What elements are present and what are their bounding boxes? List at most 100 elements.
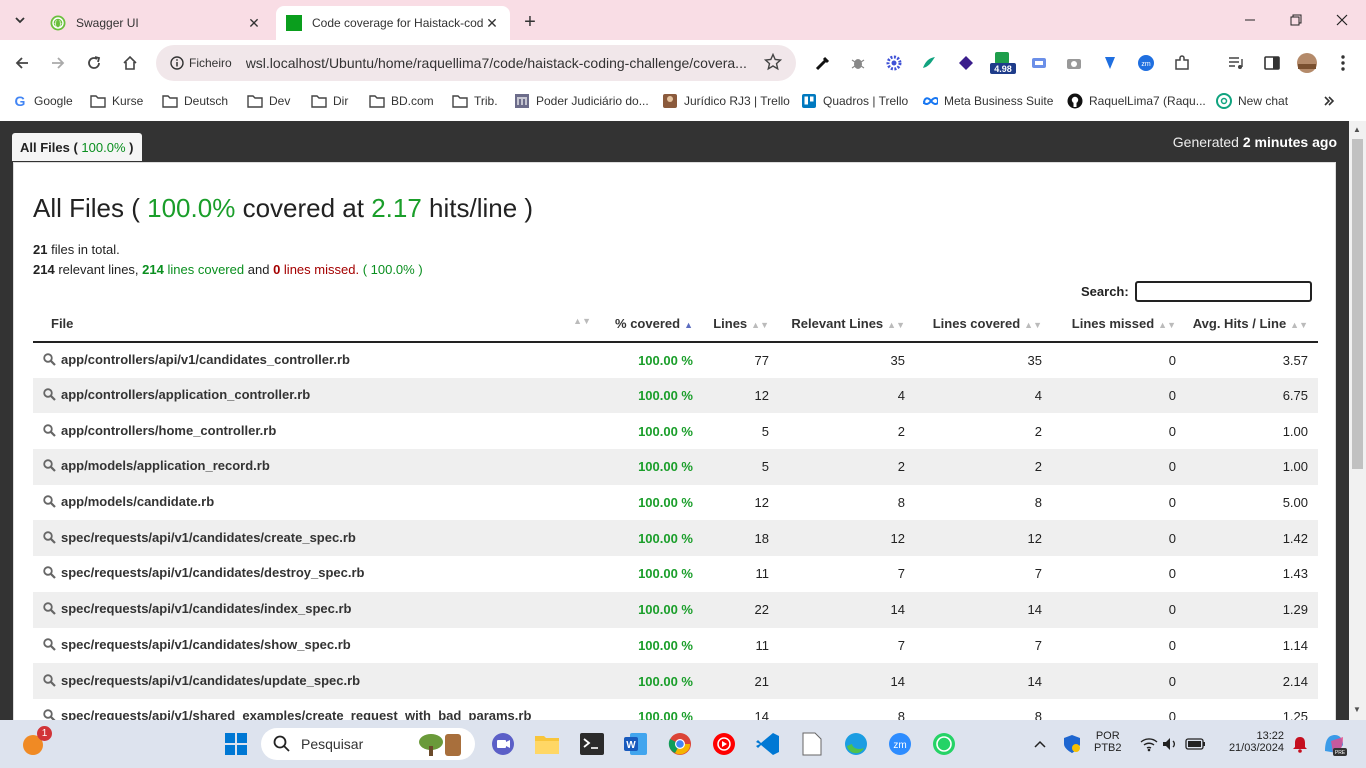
- scroll-up-icon[interactable]: ▲: [1353, 125, 1361, 134]
- arrow-extension-icon[interactable]: [1099, 52, 1121, 74]
- bookmark-quadros-trello[interactable]: Quadros | Trello: [801, 92, 908, 110]
- magnifier-icon[interactable]: [43, 709, 57, 720]
- language-indicator[interactable]: POR PTB2: [1094, 730, 1122, 754]
- volume-icon[interactable]: [1156, 730, 1184, 758]
- bookmark-new-chat[interactable]: New chat: [1216, 92, 1288, 110]
- extensions-puzzle-icon[interactable]: [1171, 52, 1193, 74]
- file-link[interactable]: app/controllers/api/v1/candidates_contro…: [61, 352, 350, 367]
- magnifier-icon[interactable]: [43, 424, 57, 440]
- tab-search-menu-icon[interactable]: [8, 8, 32, 32]
- column-header-relevant[interactable]: Relevant Lines ▲▼: [779, 306, 915, 343]
- file-link[interactable]: spec/requests/api/v1/candidates/index_sp…: [61, 601, 351, 616]
- bookmark-folder-dev[interactable]: Dev: [247, 92, 290, 110]
- column-header-missed[interactable]: Lines missed ▲▼: [1052, 306, 1186, 343]
- side-panel-icon[interactable]: [1261, 52, 1283, 74]
- youtube-music-icon[interactable]: [710, 730, 738, 758]
- column-header-avg-hits[interactable]: Avg. Hits / Line ▲▼: [1186, 306, 1318, 343]
- chrome-icon[interactable]: [666, 730, 694, 758]
- zoom-app-icon[interactable]: zm: [886, 730, 914, 758]
- bookmark-juridico-trello[interactable]: Jurídico RJ3 | Trello: [662, 92, 790, 110]
- minimize-icon[interactable]: [1238, 10, 1262, 30]
- back-icon[interactable]: [10, 51, 34, 75]
- file-link[interactable]: app/models/candidate.rb: [61, 494, 214, 509]
- reader-extension-icon[interactable]: [1028, 52, 1050, 74]
- word-icon[interactable]: W: [622, 730, 650, 758]
- forward-icon[interactable]: [46, 51, 70, 75]
- close-tab-icon[interactable]: ✕: [246, 15, 262, 31]
- bookmark-folder-deutsch[interactable]: Deutsch: [162, 92, 228, 110]
- file-name-cell[interactable]: app/controllers/application_controller.r…: [33, 377, 601, 414]
- file-link[interactable]: spec/requests/api/v1/candidates/destroy_…: [61, 565, 364, 580]
- file-name-cell[interactable]: spec/requests/api/v1/shared_examples/cre…: [33, 699, 601, 720]
- magnifier-icon[interactable]: [43, 566, 57, 582]
- more-bookmarks-chevron-icon[interactable]: [1322, 92, 1336, 110]
- file-link[interactable]: app/controllers/application_controller.r…: [61, 387, 310, 402]
- file-name-cell[interactable]: app/controllers/api/v1/candidates_contro…: [33, 342, 601, 378]
- column-header-file[interactable]: File ▲▼: [33, 306, 601, 343]
- magnifier-icon[interactable]: [43, 495, 57, 511]
- copilot-preview-icon[interactable]: PRE: [1320, 730, 1348, 758]
- weather-widget-icon[interactable]: 1: [20, 726, 52, 758]
- file-name-cell[interactable]: app/models/candidate.rb: [33, 485, 601, 521]
- bookmark-folder-trib[interactable]: Trib.: [452, 92, 498, 110]
- show-hidden-icons-chevron-icon[interactable]: [1026, 730, 1054, 758]
- magnifier-icon[interactable]: [43, 638, 57, 654]
- tab-code-coverage[interactable]: Code coverage for Haistack-coding-challe…: [276, 6, 510, 40]
- clock[interactable]: 13:22 21/03/2024: [1218, 730, 1284, 754]
- column-header-covered[interactable]: % covered ▲: [601, 306, 703, 343]
- file-name-cell[interactable]: spec/requests/api/v1/candidates/destroy_…: [33, 556, 601, 592]
- terminal-icon[interactable]: [578, 730, 606, 758]
- bookmark-star-icon[interactable]: [763, 52, 783, 74]
- bookmark-folder-kurse[interactable]: Kurse: [90, 92, 143, 110]
- bookmark-meta-business[interactable]: Meta Business Suite: [922, 92, 1053, 110]
- search-input[interactable]: [1135, 281, 1312, 302]
- column-header-lines-covered[interactable]: Lines covered ▲▼: [915, 306, 1052, 343]
- bookmark-folder-bd[interactable]: BD.com: [369, 92, 434, 110]
- profile-avatar[interactable]: [1296, 52, 1318, 74]
- all-files-tab[interactable]: All Files ( 100.0% ): [12, 133, 142, 161]
- file-link[interactable]: app/models/application_record.rb: [61, 458, 270, 473]
- magnifier-icon[interactable]: [43, 459, 57, 475]
- score-extension-icon[interactable]: 4.98: [990, 52, 1016, 74]
- file-name-cell[interactable]: spec/requests/api/v1/candidates/update_s…: [33, 663, 601, 699]
- blank-file-icon[interactable]: [798, 730, 826, 758]
- url-text[interactable]: wsl.localhost/Ubuntu/home/raquellima7/co…: [246, 55, 756, 71]
- layers-extension-icon[interactable]: [955, 52, 977, 74]
- camera-extension-icon[interactable]: [1063, 52, 1085, 74]
- file-link[interactable]: spec/requests/api/v1/shared_examples/cre…: [61, 708, 531, 720]
- close-window-icon[interactable]: [1330, 10, 1354, 30]
- file-name-cell[interactable]: app/controllers/home_controller.rb: [33, 413, 601, 449]
- home-icon[interactable]: [118, 51, 142, 75]
- whatsapp-icon[interactable]: [930, 730, 958, 758]
- site-info-chip[interactable]: Ficheiro: [166, 50, 236, 76]
- magnifier-icon[interactable]: [43, 353, 57, 369]
- restore-icon[interactable]: [1284, 10, 1308, 30]
- address-bar[interactable]: Ficheiro wsl.localhost/Ubuntu/home/raque…: [156, 45, 796, 81]
- chrome-menu-icon[interactable]: [1332, 52, 1354, 74]
- zoom-extension-icon[interactable]: zm: [1135, 52, 1157, 74]
- notification-bell-icon[interactable]: [1286, 730, 1314, 758]
- file-link[interactable]: spec/requests/api/v1/candidates/show_spe…: [61, 637, 351, 652]
- file-name-cell[interactable]: spec/requests/api/v1/candidates/index_sp…: [33, 591, 601, 628]
- page-scrollbar[interactable]: ▲ ▼: [1349, 121, 1366, 720]
- teams-meet-icon[interactable]: [489, 730, 517, 758]
- scroll-down-icon[interactable]: ▼: [1353, 705, 1361, 714]
- media-control-icon[interactable]: [1225, 52, 1247, 74]
- bug-extension-icon[interactable]: [847, 52, 869, 74]
- scrollbar-thumb[interactable]: [1352, 139, 1363, 469]
- tab-swagger-ui[interactable]: {} Swagger UI ✕: [40, 6, 272, 40]
- new-tab-icon[interactable]: +: [518, 10, 542, 34]
- column-header-lines[interactable]: Lines ▲▼: [703, 306, 779, 343]
- magnifier-icon[interactable]: [43, 602, 57, 618]
- file-link[interactable]: app/controllers/home_controller.rb: [61, 423, 276, 438]
- bookmark-folder-dir[interactable]: Dir: [311, 92, 348, 110]
- windows-start-icon[interactable]: [222, 730, 250, 758]
- close-tab-icon[interactable]: ✕: [484, 15, 500, 31]
- battery-icon[interactable]: [1182, 730, 1210, 758]
- eyedropper-extension-icon[interactable]: [812, 52, 834, 74]
- file-name-cell[interactable]: spec/requests/api/v1/candidates/show_spe…: [33, 628, 601, 664]
- file-link[interactable]: spec/requests/api/v1/candidates/create_s…: [61, 530, 356, 545]
- file-name-cell[interactable]: spec/requests/api/v1/candidates/create_s…: [33, 520, 601, 557]
- reload-icon[interactable]: [82, 51, 106, 75]
- taskbar-search-input[interactable]: Pesquisar: [261, 728, 475, 760]
